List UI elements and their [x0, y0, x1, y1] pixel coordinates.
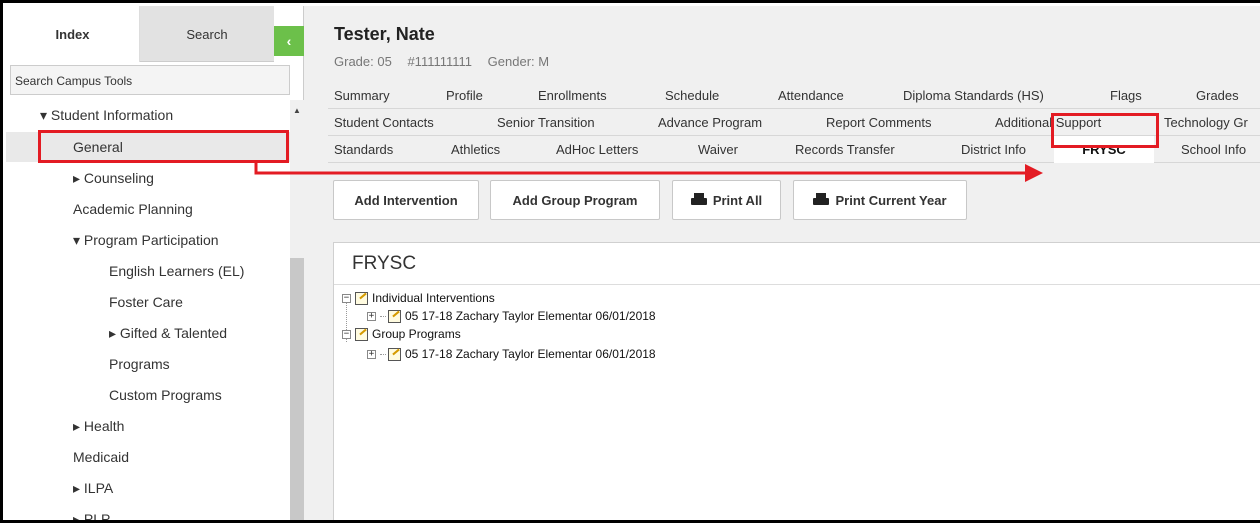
tab-grades[interactable]: Grades: [1196, 82, 1239, 109]
tab-athletics[interactable]: Athletics: [451, 136, 500, 163]
student-gender: Gender: M: [487, 54, 550, 69]
collapse-icon[interactable]: −: [342, 329, 351, 339]
student-name: Tester, Nate: [334, 24, 435, 44]
tab-summary[interactable]: Summary: [334, 82, 390, 109]
edit-note-icon: [388, 347, 401, 361]
tab-student-contacts[interactable]: Student Contacts: [334, 109, 434, 136]
frysc-panel: FRYSC − Individual Interventions + 05 17…: [333, 242, 1260, 520]
tab-advance-program[interactable]: Advance Program: [658, 109, 762, 136]
sidebar-scrollbar[interactable]: ▲: [290, 100, 304, 520]
add-intervention-button[interactable]: Add Intervention: [333, 180, 479, 220]
tab-index[interactable]: Index: [6, 6, 140, 62]
chevron-left-icon: ‹: [286, 33, 292, 49]
student-grade: Grade: 05: [334, 54, 392, 69]
tab-enrollments[interactable]: Enrollments: [538, 82, 607, 109]
tab-adhoc-letters[interactable]: AdHoc Letters: [556, 136, 638, 163]
tab-waiver[interactable]: Waiver: [698, 136, 738, 163]
tab-profile[interactable]: Profile: [446, 82, 483, 109]
tree-node-group-item[interactable]: + 05 17-18 Zachary Taylor Elementar 06/0…: [367, 345, 656, 363]
tab-school-info[interactable]: School Info: [1181, 136, 1246, 163]
tab-attendance[interactable]: Attendance: [778, 82, 844, 109]
tab-diploma-standards[interactable]: Diploma Standards (HS): [903, 82, 1044, 109]
tree-node-individual-item[interactable]: + 05 17-18 Zachary Taylor Elementar 06/0…: [367, 307, 656, 325]
expand-icon[interactable]: +: [367, 349, 376, 359]
tree-node-individual-interventions[interactable]: − Individual Interventions: [342, 289, 495, 307]
panel-title: FRYSC: [334, 243, 1260, 285]
scroll-up-icon[interactable]: ▲: [293, 106, 301, 115]
tab-report-comments[interactable]: Report Comments: [826, 109, 931, 136]
tab-search[interactable]: Search: [140, 6, 274, 62]
app-frame: Index Search ‹ Search Campus Tools ▾ Stu…: [0, 0, 1260, 523]
edit-note-icon: [388, 309, 401, 323]
print-current-year-button[interactable]: Print Current Year: [793, 180, 967, 220]
scrollbar-thumb[interactable]: [290, 258, 304, 520]
edit-note-icon: [355, 291, 368, 305]
sidebar-item-student-information[interactable]: ▾ Student Information: [6, 100, 173, 130]
edit-note-icon: [355, 327, 368, 341]
tab-records-transfer[interactable]: Records Transfer: [795, 136, 895, 163]
tab-flags[interactable]: Flags: [1110, 82, 1142, 109]
tab-standards[interactable]: Standards: [334, 136, 393, 163]
collapse-sidebar-button[interactable]: ‹: [274, 26, 304, 56]
tab-district-info[interactable]: District Info: [961, 136, 1026, 163]
tab-schedule[interactable]: Schedule: [665, 82, 719, 109]
frysc-highlight-box: [1051, 113, 1159, 148]
sidebar-item-ilpa[interactable]: ▸ ILPA: [6, 473, 113, 503]
sidebar-item-gifted-talented[interactable]: ▸ Gifted & Talented: [6, 318, 227, 348]
sidebar-item-plp[interactable]: ▸ PLP: [6, 504, 110, 521]
printer-icon: [813, 193, 830, 207]
collapse-icon[interactable]: −: [342, 293, 351, 303]
sidebar-item-custom-programs[interactable]: Custom Programs: [6, 380, 222, 410]
search-campus-tools-input[interactable]: Search Campus Tools: [10, 65, 290, 95]
general-highlight-box: [38, 130, 289, 163]
tab-row-1: Summary Profile Enrollments Schedule Att…: [328, 82, 1260, 109]
sidebar-item-counseling[interactable]: ▸ Counseling: [6, 163, 154, 193]
sidebar-item-academic-planning[interactable]: Academic Planning: [6, 194, 193, 224]
expand-icon[interactable]: +: [367, 311, 376, 321]
sidebar-item-program-participation[interactable]: ▾ Program Participation: [6, 225, 219, 255]
sidebar-tabs: Index Search ‹: [6, 6, 304, 62]
student-meta: Grade: 05 #111111111 Gender: M: [334, 54, 561, 69]
student-id: #111111111: [407, 54, 473, 69]
sidebar-item-english-learners[interactable]: English Learners (EL): [6, 256, 244, 286]
sidebar-item-programs[interactable]: Programs: [6, 349, 170, 379]
sidebar-item-health[interactable]: ▸ Health: [6, 411, 124, 441]
sidebar-item-medicaid[interactable]: Medicaid: [6, 442, 129, 472]
printer-icon: [690, 193, 707, 207]
tab-technology-gr[interactable]: Technology Gr: [1164, 109, 1248, 136]
add-group-program-button[interactable]: Add Group Program: [490, 180, 660, 220]
main-content: Tester, Nate Grade: 05 #111111111 Gender…: [304, 6, 1260, 520]
print-all-button[interactable]: Print All: [672, 180, 781, 220]
tab-senior-transition[interactable]: Senior Transition: [497, 109, 595, 136]
sidebar-item-foster-care[interactable]: Foster Care: [6, 287, 183, 317]
tree-node-group-programs[interactable]: − Group Programs: [342, 325, 461, 343]
sidebar: Index Search ‹ Search Campus Tools ▾ Stu…: [6, 6, 304, 521]
action-button-bar: Add Intervention Add Group Program Print…: [304, 166, 1260, 226]
